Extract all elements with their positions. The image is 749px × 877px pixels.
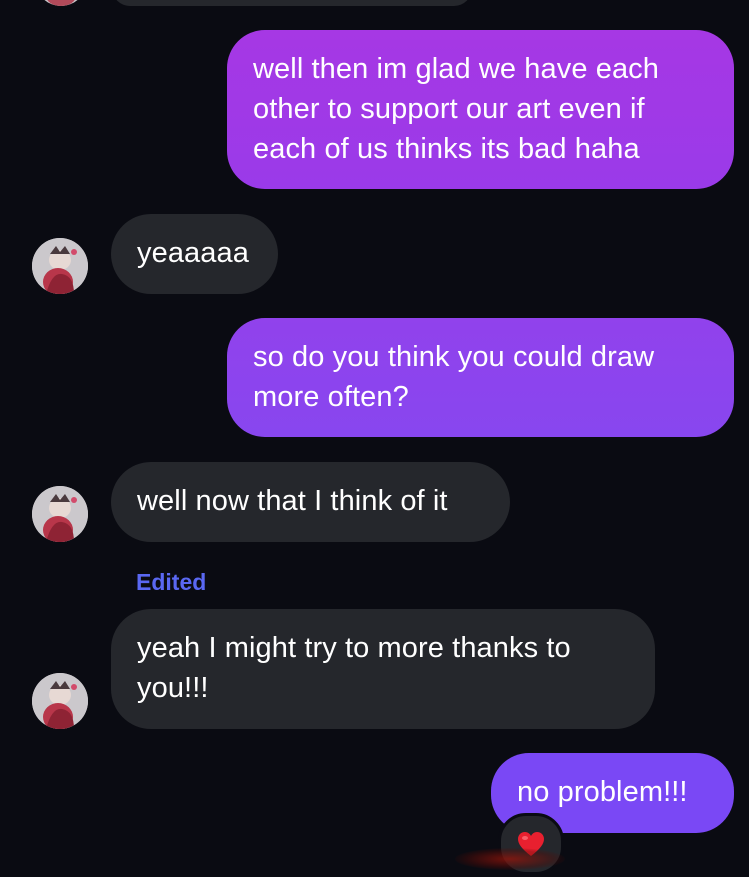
- incoming-message-bubble[interactable]: yeah I might try to more thanks to you!!…: [111, 609, 655, 729]
- sender-avatar-icon[interactable]: [32, 486, 88, 542]
- outgoing-message-bubble[interactable]: so do you think you could draw more ofte…: [227, 318, 734, 437]
- message-text: yeaaaaa: [137, 237, 249, 269]
- message-text: yeah I might try to more thanks to you!!…: [137, 632, 571, 704]
- edited-label: Edited: [136, 569, 207, 595]
- incoming-message-bubble[interactable]: yeaaaaa: [111, 214, 278, 294]
- message-text: well then im glad we have each other to …: [253, 53, 660, 165]
- message-text: no problem!!!: [517, 776, 688, 808]
- chat-thread: well then im glad we have each other to …: [0, 0, 749, 877]
- incoming-message-bubble[interactable]: well now that I think of it: [111, 462, 510, 542]
- message-text: so do you think you could draw more ofte…: [253, 341, 655, 413]
- sender-avatar-icon[interactable]: [32, 673, 88, 729]
- outgoing-message-bubble[interactable]: well then im glad we have each other to …: [227, 30, 734, 189]
- avatar-partial[interactable]: [36, 0, 86, 6]
- decorative-smudge: [455, 848, 565, 870]
- sender-avatar-icon[interactable]: [32, 238, 88, 294]
- message-bubble-partial[interactable]: [112, 0, 472, 6]
- message-text: well now that I think of it: [137, 485, 448, 517]
